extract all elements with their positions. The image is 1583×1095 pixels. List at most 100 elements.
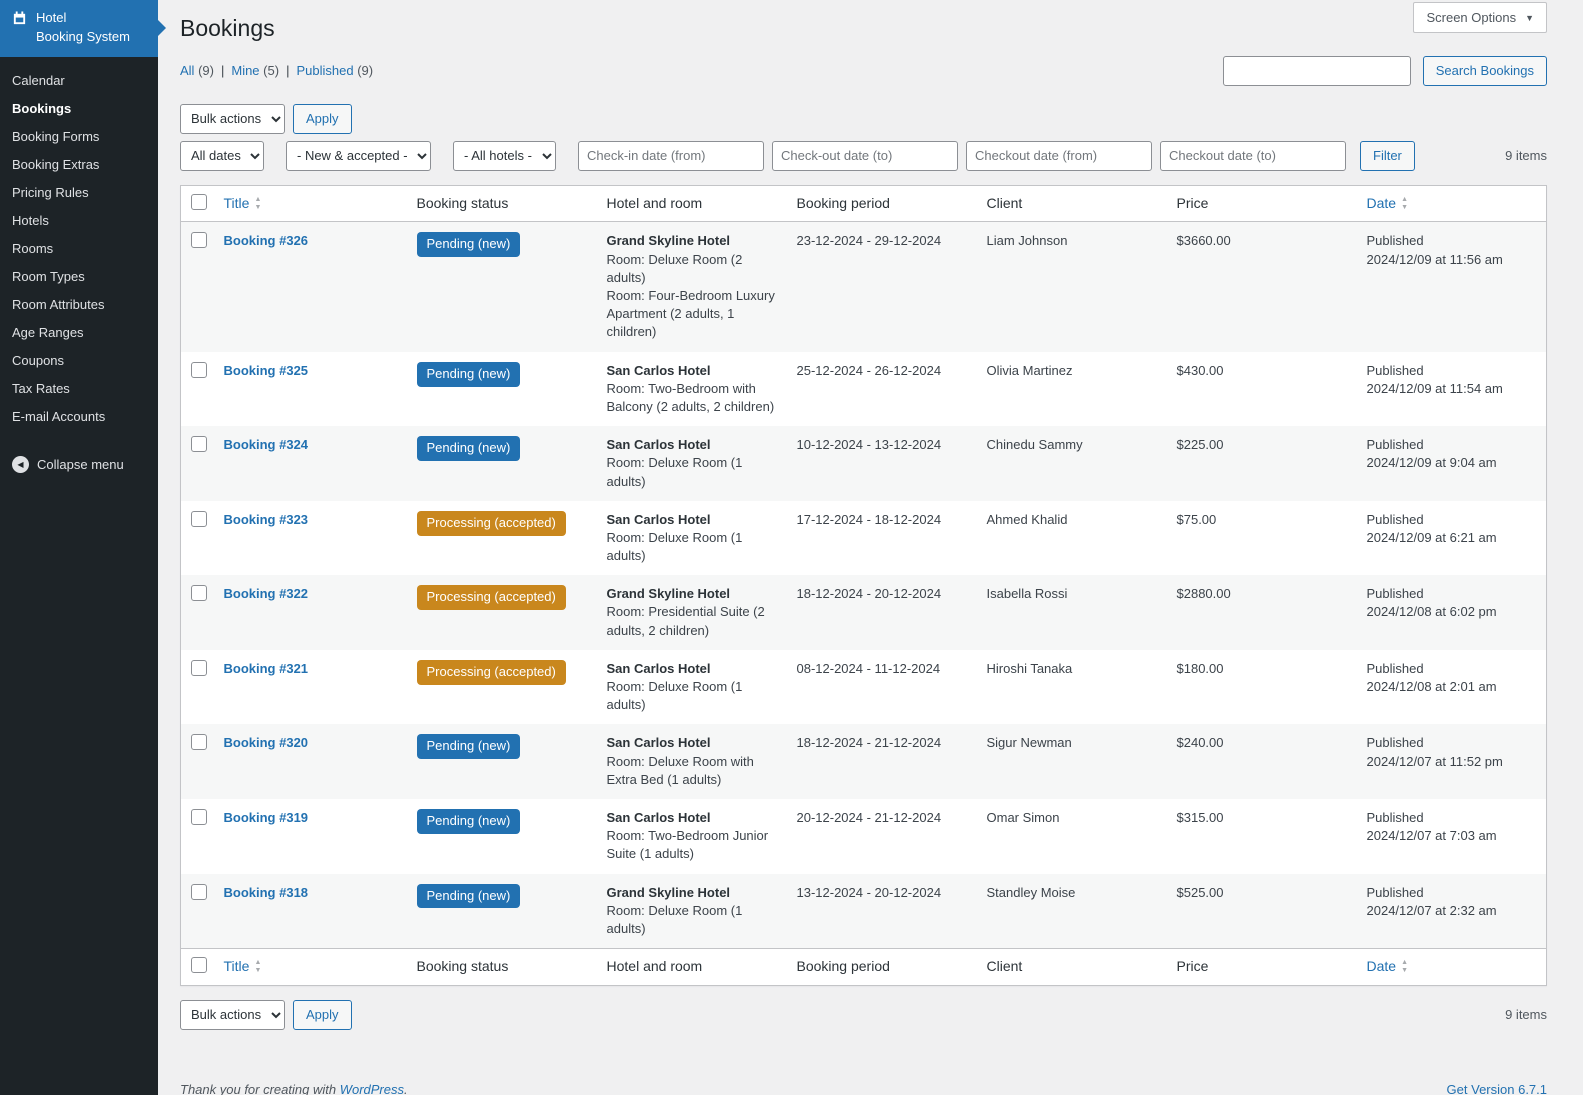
filter-button[interactable]: Filter <box>1360 140 1415 171</box>
status-badge: Processing (accepted) <box>416 585 566 611</box>
hotels-filter-select[interactable]: - All hotels - <box>453 140 556 171</box>
sidebar-item-rooms[interactable]: Rooms <box>0 235 158 263</box>
dates-filter-select[interactable]: All dates <box>180 140 264 171</box>
date-cell: Published 2024/12/07 at 2:32 am <box>1357 874 1547 949</box>
screen-options-button[interactable]: Screen Options ▼ <box>1413 2 1547 33</box>
filter-all-link[interactable]: All (9) <box>180 63 214 78</box>
sidebar-item-label: Booking Forms <box>12 128 100 144</box>
sort-by-date-link[interactable]: Date ▲ ▼ <box>1367 194 1409 214</box>
table-footer-row: Title ▲ ▼ Booking status Hotel and room B… <box>180 948 1547 986</box>
select-all-checkbox[interactable] <box>191 193 207 210</box>
hotel-name: San Carlos Hotel <box>606 511 711 527</box>
row-checkbox-cell <box>181 352 214 427</box>
apply-button-top[interactable]: Apply <box>293 103 352 134</box>
title-cell: Booking #321 <box>214 650 407 725</box>
bulk-actions-select-top[interactable]: Bulk actions <box>180 103 285 134</box>
date-cell: Published 2024/12/09 at 11:54 am <box>1357 352 1547 427</box>
booking-title-link[interactable]: Booking #324 <box>224 437 309 452</box>
hotel-room-cell: San Carlos Hotel Room: Deluxe Room (1 ad… <box>597 501 787 576</box>
sidebar-item-bookings[interactable]: Bookings <box>0 95 158 123</box>
status-badge: Processing (accepted) <box>416 659 566 685</box>
row-checkbox[interactable] <box>191 659 207 676</box>
booking-period: 10-12-2024 - 13-12-2024 <box>796 437 942 453</box>
screen-options-label: Screen Options <box>1426 10 1517 25</box>
row-checkbox[interactable] <box>191 734 207 751</box>
booking-title-link[interactable]: Booking #318 <box>224 885 309 900</box>
sidebar-item-label: Hotels <box>12 212 49 228</box>
sort-by-title-link-bottom[interactable]: Title ▲ ▼ <box>224 957 262 977</box>
apply-button-bottom[interactable]: Apply <box>293 999 352 1030</box>
booking-title-link[interactable]: Booking #325 <box>224 363 309 378</box>
row-checkbox[interactable] <box>191 510 207 527</box>
sidebar-item-e-mail-accounts[interactable]: E-mail Accounts <box>0 403 158 431</box>
room-line: Room: Deluxe Room with Extra Bed (1 adul… <box>606 753 754 787</box>
search-input[interactable] <box>1222 55 1411 86</box>
publish-status: Published <box>1366 233 1424 249</box>
booking-title-link[interactable]: Booking #319 <box>224 810 309 825</box>
price-value: $180.00 <box>1176 660 1224 676</box>
wordpress-link[interactable]: WordPress <box>340 1082 404 1095</box>
table-row: Booking #325 Pending (new) San Carlos Ho… <box>181 352 1547 427</box>
publish-status: Published <box>1366 660 1424 676</box>
date-cell: Published 2024/12/09 at 11:56 am <box>1357 222 1547 352</box>
sidebar-item-booking-forms[interactable]: Booking Forms <box>0 123 158 151</box>
sidebar-item-tax-rates[interactable]: Tax Rates <box>0 375 158 403</box>
column-hotel-room: Hotel and room <box>606 958 703 975</box>
hotel-room-cell: San Carlos Hotel Room: Two-Bedroom with … <box>597 352 787 427</box>
booking-title-link[interactable]: Booking #320 <box>224 735 309 750</box>
room-list: Room: Deluxe Room (1 adults) <box>607 902 777 938</box>
checkout-date-to2-input[interactable] <box>1160 140 1346 171</box>
room-list: Room: Presidential Suite (2 adults, 2 ch… <box>607 603 777 639</box>
publish-date: 2024/12/07 at 2:32 am <box>1366 902 1497 918</box>
checkout-date-from-input[interactable] <box>966 140 1152 171</box>
sort-by-date-link-bottom[interactable]: Date ▲ ▼ <box>1367 957 1409 977</box>
sidebar-item-pricing-rules[interactable]: Pricing Rules <box>0 179 158 207</box>
price-value: $315.00 <box>1176 809 1224 825</box>
row-checkbox[interactable] <box>191 361 207 378</box>
sort-by-title-link[interactable]: Title ▲ ▼ <box>224 194 262 214</box>
select-all-checkbox-bottom[interactable] <box>191 957 207 974</box>
row-checkbox[interactable] <box>191 232 207 249</box>
row-checkbox[interactable] <box>191 883 207 900</box>
filter-mine-link[interactable]: Mine (5) <box>231 63 279 78</box>
row-checkbox[interactable] <box>191 808 207 825</box>
bulk-actions-select-bottom[interactable]: Bulk actions <box>180 999 285 1030</box>
filter-published-link[interactable]: Published (9) <box>296 63 373 78</box>
room-list: Room: Deluxe Room (1 adults) <box>607 454 777 490</box>
checkin-date-from-input[interactable] <box>578 140 764 171</box>
sidebar-item-age-ranges[interactable]: Age Ranges <box>0 319 158 347</box>
row-checkbox-cell <box>181 650 214 725</box>
sidebar-item-hotels[interactable]: Hotels <box>0 207 158 235</box>
sidebar-brand[interactable]: Hotel Booking System <box>0 0 166 57</box>
admin-footer: Thank you for creating with WordPress. G… <box>180 1082 1547 1095</box>
bulk-actions-bar-top: Bulk actions Apply <box>180 103 1547 134</box>
sidebar-item-room-types[interactable]: Room Types <box>0 263 158 291</box>
row-checkbox[interactable] <box>191 436 207 453</box>
date-cell: Published 2024/12/09 at 6:21 am <box>1357 501 1547 576</box>
booking-title-link[interactable]: Booking #321 <box>224 661 309 676</box>
sidebar-item-calendar[interactable]: Calendar <box>0 67 158 95</box>
booking-title-link[interactable]: Booking #323 <box>224 512 309 527</box>
table-row: Booking #326 Pending (new) Grand Skyline… <box>180 221 1547 352</box>
column-date: Date ▲ ▼ <box>1357 949 1547 986</box>
search-bookings-button[interactable]: Search Bookings <box>1422 55 1547 86</box>
title-cell: Booking #325 <box>214 352 407 427</box>
get-version-link[interactable]: Get Version 6.7.1 <box>1447 1082 1547 1095</box>
checkout-date-to-input[interactable] <box>772 140 958 171</box>
booking-status-filter-select[interactable]: - New & accepted - <box>286 140 431 171</box>
row-checkbox[interactable] <box>191 585 207 602</box>
collapse-menu-button[interactable]: ◀ Collapse menu <box>0 447 158 482</box>
sidebar-item-label: Tax Rates <box>12 381 70 397</box>
client-name: Olivia Martinez <box>986 362 1073 378</box>
sidebar-item-coupons[interactable]: Coupons <box>0 347 158 375</box>
row-checkbox-cell <box>181 874 214 949</box>
table-row: Booking #324 Pending (new) San Carlos Ho… <box>180 426 1547 501</box>
sidebar-item-booking-extras[interactable]: Booking Extras <box>0 151 158 179</box>
column-booking-period: Booking period <box>796 958 890 975</box>
sidebar-item-room-attributes[interactable]: Room Attributes <box>0 291 158 319</box>
booking-title-link[interactable]: Booking #322 <box>224 586 309 601</box>
calendar-icon <box>12 11 27 47</box>
column-booking-status: Booking status <box>416 958 509 975</box>
booking-title-link[interactable]: Booking #326 <box>224 233 309 248</box>
sidebar-item-label: Age Ranges <box>12 324 84 340</box>
